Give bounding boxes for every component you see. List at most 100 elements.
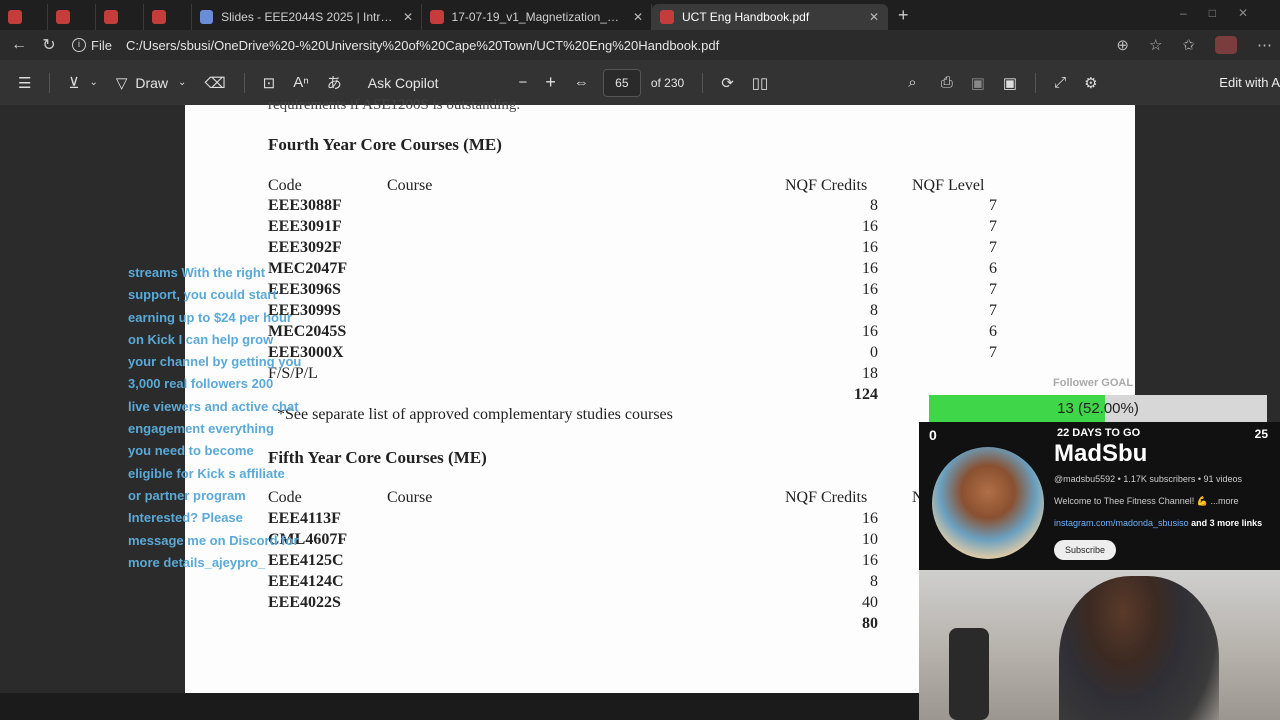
draw-button[interactable]: ▽ Draw ⌄ xyxy=(116,74,187,92)
chat-line: earning up to $24 per hour xyxy=(128,309,292,325)
table-row: EEE3092FSignals & Systems II ...........… xyxy=(185,239,1135,260)
read-aloud-button[interactable]: Aⁿ xyxy=(293,74,308,91)
tab-0[interactable] xyxy=(0,4,48,30)
tab-2[interactable] xyxy=(96,4,144,30)
channel-handle: @madsbu5592 • 1.17K subscribers • 91 vid… xyxy=(1054,474,1243,484)
rotate-button[interactable]: ⟳ xyxy=(721,74,734,92)
days-left: 22 DAYS TO GO xyxy=(1057,427,1141,439)
table-row: MEC2045SApplied Engineering Mechanics ..… xyxy=(185,323,1135,344)
credits-cell: 0 xyxy=(840,344,878,362)
credits-cell: 16 xyxy=(840,239,878,257)
tab-magnetization[interactable]: 17-07-19_v1_Magnetization_Hyst ✕ xyxy=(422,4,652,30)
course-code: EEE4022S xyxy=(268,594,341,611)
chat-line: streams With the right xyxy=(128,265,266,280)
edit-with-button[interactable]: Edit with A xyxy=(1219,75,1280,90)
credits-cell: 18 xyxy=(840,365,878,383)
pdf-icon xyxy=(660,10,674,24)
bottle-shape xyxy=(949,628,989,720)
new-tab-button[interactable]: + xyxy=(898,5,909,26)
channel-link-more[interactable]: and 3 more links xyxy=(1191,518,1262,528)
fullscreen-button[interactable]: ⤢ xyxy=(1054,74,1066,91)
eraser-button[interactable]: ⌫ xyxy=(204,74,225,92)
webcam-feed xyxy=(919,570,1280,720)
window-controls[interactable]: –□✕ xyxy=(1180,6,1270,20)
address-actions: ⊕ ☆ ✩ ⋯ xyxy=(1116,36,1272,54)
save-icon: ▣ xyxy=(970,74,985,92)
fit-page-button[interactable]: ⇔ xyxy=(574,74,589,91)
credits-cell: 16 xyxy=(840,510,878,528)
zoom-icon[interactable]: ⊕ xyxy=(1116,36,1129,54)
site-info[interactable]: i File xyxy=(72,38,112,53)
course-code: EEE3092F xyxy=(268,239,342,256)
table-row: EEE3000XPractical Training .............… xyxy=(185,344,1135,365)
url-field[interactable]: C:/Users/sbusi/OneDrive%20-%20University… xyxy=(126,38,719,53)
tab-slides[interactable]: Slides - EEE2044S 2025 | Introduc ✕ xyxy=(192,4,422,30)
read-aloud-icon: Aⁿ xyxy=(293,74,309,91)
credits-cell: 16 xyxy=(840,260,878,278)
header-credits: NQF Credits xyxy=(785,489,868,506)
divider xyxy=(702,72,704,93)
table-row: EEE3091FEnergy Conversion I ............… xyxy=(185,218,1135,239)
chat-line: you need to become xyxy=(128,443,254,459)
ask-copilot-button[interactable]: Ask Copilot xyxy=(360,75,439,91)
divider xyxy=(1035,72,1037,93)
highlighter-icon: ⊻ xyxy=(68,74,80,92)
refresh-icon[interactable]: ↻ xyxy=(34,35,64,55)
pdf-icon xyxy=(56,10,70,24)
save-button[interactable]: ▣ xyxy=(971,74,985,92)
highlight-button[interactable]: ⊻ ⌄ xyxy=(68,74,97,92)
subscribe-button[interactable]: Subscribe xyxy=(1054,540,1117,560)
chat-line: engagement everything xyxy=(128,421,274,437)
tab-handbook[interactable]: UCT Eng Handbook.pdf ✕ xyxy=(652,4,888,30)
expand-icon: ⤢ xyxy=(1054,74,1067,91)
profile-avatar[interactable] xyxy=(1215,36,1237,54)
favorites-icon[interactable]: ✩ xyxy=(1182,36,1195,54)
close-icon[interactable]: ✕ xyxy=(633,10,643,24)
tab-3[interactable] xyxy=(144,4,192,30)
level-cell: 7 xyxy=(989,281,997,298)
minus-icon: − xyxy=(518,74,528,91)
search-button[interactable]: ⌕ xyxy=(908,74,916,91)
save-as-icon: ▣ xyxy=(1002,74,1018,92)
level-cell: 6 xyxy=(989,323,997,340)
channel-avatar xyxy=(932,447,1044,559)
chat-line: more details_ajeypro_ xyxy=(128,554,266,570)
chat-line: live viewers and active chat xyxy=(128,398,299,414)
zoom-in-button[interactable]: + xyxy=(545,72,556,93)
table-row: EEE3099SEngineering Design: Mechatronics… xyxy=(185,302,1135,323)
rotate-icon: ⟳ xyxy=(721,74,734,92)
level-cell: 7 xyxy=(989,197,997,214)
header-code: Code xyxy=(268,177,302,194)
save-as-button[interactable]: ▣ xyxy=(1003,74,1017,92)
section-heading: Fourth Year Core Courses (ME) xyxy=(268,135,502,154)
contents-button[interactable]: ☰ xyxy=(18,74,31,92)
tab-title: 17-07-19_v1_Magnetization_Hyst xyxy=(451,10,625,24)
channel-link[interactable]: instagram.com/madonda_sbusiso and 3 more… xyxy=(1054,518,1262,528)
credits-cell: 10 xyxy=(840,531,878,549)
cutoff-text: requirements if ASE1200S is outstanding. xyxy=(268,97,521,113)
table-row: EEE3088FElectrical Engineering Design Pr… xyxy=(185,197,1135,218)
favorite-star-icon[interactable]: ☆ xyxy=(1149,36,1162,54)
print-button[interactable]: ⎙ xyxy=(941,74,953,91)
table-row: F/S/P/L*Approved Complementary Studies E… xyxy=(185,365,1135,386)
back-icon[interactable]: ← xyxy=(4,36,34,54)
tab-1[interactable] xyxy=(48,4,96,30)
credits-cell: 8 xyxy=(840,302,878,320)
level-cell: 7 xyxy=(989,302,997,319)
page-view-button[interactable]: ▯▯ xyxy=(752,74,769,92)
text-button[interactable]: ⊡ xyxy=(263,74,276,92)
credits-cell: 16 xyxy=(840,323,878,341)
zoom-out-button[interactable]: − xyxy=(519,74,528,91)
channel-link-url[interactable]: instagram.com/madonda_sbusiso xyxy=(1054,518,1189,528)
channel-card: 0 22 DAYS TO GO 25 MadSbu @madsbu5592 • … xyxy=(919,422,1280,570)
fit-width-icon: ⇔ xyxy=(573,74,589,91)
more-icon[interactable]: ⋯ xyxy=(1257,36,1272,54)
translate-button[interactable]: あ xyxy=(327,72,342,93)
close-icon[interactable]: ✕ xyxy=(403,10,413,24)
close-icon[interactable]: ✕ xyxy=(869,10,879,24)
tab-title: Slides - EEE2044S 2025 | Introduc xyxy=(221,10,395,24)
credits-cell: 124 xyxy=(840,386,878,404)
settings-button[interactable]: ⚙ xyxy=(1084,74,1097,92)
page-number-input[interactable]: 65 xyxy=(602,68,641,97)
chat-line: Interested? Please xyxy=(128,510,243,526)
